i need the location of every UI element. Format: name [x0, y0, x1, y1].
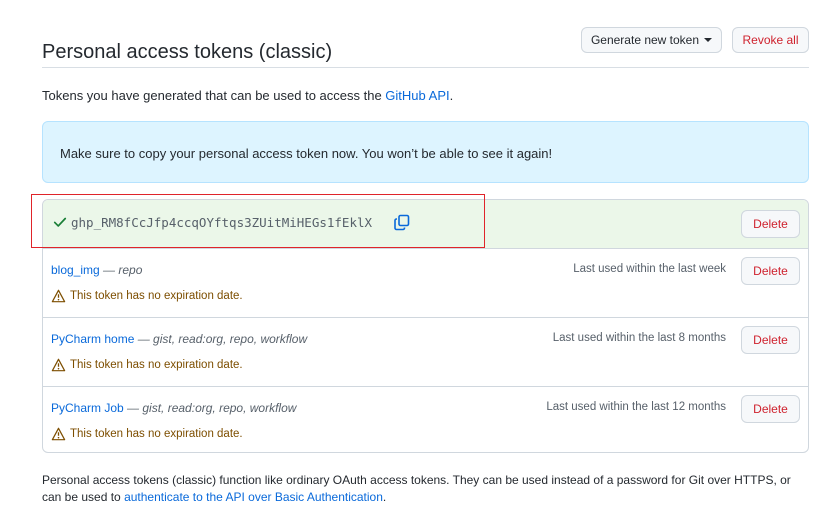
expiration-warning-text: This token has no expiration date. — [70, 359, 243, 371]
alert-icon — [51, 358, 66, 372]
token-scopes: repo — [118, 263, 143, 277]
token-scopes-prefix: — — [134, 332, 154, 346]
page-title: Personal access tokens (classic) — [42, 41, 333, 64]
token-scopes: gist, read:org, repo, workflow — [153, 332, 308, 346]
token-name-link[interactable]: PyCharm home — [51, 332, 134, 346]
delete-token-button[interactable]: Delete — [741, 395, 800, 423]
triangle-down-icon — [704, 38, 713, 42]
last-used: Last used within the last 8 months — [552, 332, 726, 344]
generate-new-token-button[interactable]: Generate new token — [581, 27, 722, 53]
intro-text-body: Tokens you have generated that can be us… — [42, 88, 386, 103]
revoke-all-button[interactable]: Revoke all — [732, 27, 809, 53]
token-row: PyCharm home — gist, read:org, repo, wor… — [43, 318, 808, 387]
token-title: PyCharm home — gist, read:org, repo, wor… — [51, 332, 307, 346]
expiration-warning-text: This token has no expiration date. — [70, 428, 243, 440]
token-highlight-box — [31, 194, 485, 248]
github-api-link[interactable]: GitHub API — [385, 88, 449, 103]
expiration-warning: This token has no expiration date. — [51, 289, 243, 303]
token-name-link[interactable]: PyCharm Job — [51, 401, 124, 415]
basic-auth-link[interactable]: authenticate to the API over Basic Authe… — [124, 490, 383, 504]
token-row: blog_img — repo Last used within the las… — [43, 249, 808, 318]
expiration-warning-text: This token has no expiration date. — [70, 290, 243, 302]
alert-icon — [51, 427, 66, 441]
title-divider — [42, 67, 809, 68]
delete-token-button[interactable]: Delete — [741, 257, 800, 285]
footer-text-end: . — [382, 490, 387, 504]
alert-icon — [51, 289, 66, 303]
generate-new-token-label: Generate new token — [590, 33, 700, 47]
token-scopes-prefix: — — [123, 401, 143, 415]
expiration-warning: This token has no expiration date. — [51, 427, 243, 441]
delete-new-token-button[interactable]: Delete — [741, 210, 800, 238]
copy-token-notice: Make sure to copy your personal access t… — [42, 121, 809, 183]
intro-text: Tokens you have generated that can be us… — [42, 88, 453, 103]
token-row: PyCharm Job — gist, read:org, repo, work… — [43, 387, 808, 452]
last-used: Last used within the last 12 months — [546, 401, 726, 413]
last-used: Last used within the last week — [573, 263, 726, 275]
token-title: PyCharm Job — gist, read:org, repo, work… — [51, 401, 296, 415]
expiration-warning: This token has no expiration date. — [51, 358, 243, 372]
delete-token-button[interactable]: Delete — [741, 326, 800, 354]
token-title: blog_img — repo — [51, 263, 142, 277]
token-scopes: gist, read:org, repo, workflow — [142, 401, 297, 415]
token-name-link[interactable]: blog_img — [51, 263, 100, 277]
token-scopes-prefix: — — [99, 263, 119, 277]
intro-text-end: . — [449, 88, 454, 103]
